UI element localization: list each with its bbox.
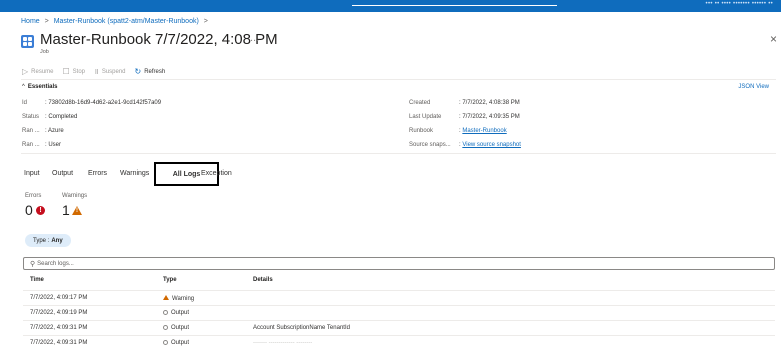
breadcrumb-separator: > xyxy=(203,18,208,25)
row-type-label: Warning xyxy=(172,296,195,302)
row-type-label: Output xyxy=(171,340,190,346)
row-type-label: Output xyxy=(171,310,190,316)
job-icon xyxy=(21,35,34,48)
divider xyxy=(21,79,776,80)
essentials-value: : User xyxy=(45,142,62,148)
runbook-link[interactable]: Master-Runbook xyxy=(462,128,506,134)
row-type: Output xyxy=(163,325,189,331)
row-details: Account SubscriptionName TenantId xyxy=(253,325,350,331)
essentials-key: Ran ... xyxy=(22,128,40,134)
tab-output[interactable]: Output xyxy=(52,170,73,177)
breadcrumb-home[interactable]: Home xyxy=(21,18,40,25)
pause-icon: ॥ xyxy=(94,67,99,76)
filter-label: Type : xyxy=(33,237,50,244)
warning-icon xyxy=(72,206,82,215)
tab-errors[interactable]: Errors xyxy=(88,170,107,177)
row-details: ------- ------------- -------- xyxy=(253,340,313,346)
errors-count: 0 xyxy=(25,202,33,218)
column-header-type[interactable]: Type xyxy=(163,277,177,283)
breadcrumb: Home > Master-Runbook (spatt2-atm/Master… xyxy=(21,18,211,25)
row-time: 7/7/2022, 4:09:17 PM xyxy=(30,295,88,301)
row-time: 7/7/2022, 4:09:31 PM xyxy=(30,325,88,331)
refresh-label: Refresh xyxy=(144,68,166,75)
suspend-button[interactable]: ॥ Suspend xyxy=(94,66,125,77)
account-info[interactable]: ••• •• •••• ••••••• •••••• •• xyxy=(706,1,773,7)
search-placeholder: Search logs... xyxy=(37,260,74,267)
essentials-key: Runbook xyxy=(409,128,434,134)
tab-input[interactable]: Input xyxy=(24,170,40,177)
row-type-label: Output xyxy=(171,325,190,331)
essentials-value: : Azure xyxy=(45,128,64,134)
page-title: Master-Runbook 7/7/2022, 4:08 PM xyxy=(40,31,278,48)
breadcrumb-runbook[interactable]: Master-Runbook (spatt2-atm/Master-Runboo… xyxy=(54,18,199,25)
essentials-key: Created xyxy=(409,100,431,106)
warnings-count: 1 xyxy=(62,202,70,218)
stop-label: Stop xyxy=(72,68,86,75)
view-source-snapshot-link[interactable]: View source snapshot xyxy=(462,142,521,148)
search-logs-input[interactable]: ⚲ Search logs... xyxy=(23,257,775,270)
essentials-value: : 7/7/2022, 4:08:38 PM xyxy=(459,100,520,106)
column-header-details[interactable]: Details xyxy=(253,277,273,283)
resume-button[interactable]: ▷ Resume xyxy=(22,67,54,76)
essentials-toggle[interactable]: ^ Essentials xyxy=(22,84,58,90)
essentials-value: : 7/7/2022, 4:09:35 PM xyxy=(459,114,520,120)
search-icon: ⚲ xyxy=(30,260,36,268)
column-header-time[interactable]: Time xyxy=(30,277,44,283)
row-time: 7/7/2022, 4:09:19 PM xyxy=(30,310,88,316)
essentials-value: : Completed xyxy=(45,114,78,120)
stop-button[interactable]: ☐ Stop xyxy=(63,67,86,76)
tab-exception[interactable]: Exception xyxy=(201,170,232,177)
essentials-key: Ran ... xyxy=(22,142,40,148)
stop-icon: ☐ xyxy=(62,67,70,76)
table-row[interactable]: 7/7/2022, 4:09:31 PM Output Account Subs… xyxy=(23,320,775,335)
top-bar: ••• •• •••• ••••••• •••••• •• xyxy=(0,0,781,12)
table-row[interactable]: 7/7/2022, 4:09:19 PM Output xyxy=(23,305,775,320)
output-icon xyxy=(163,340,168,345)
more-options-button[interactable]: ... xyxy=(250,32,259,44)
resume-label: Resume xyxy=(31,68,54,75)
table-row[interactable]: 7/7/2022, 4:09:31 PM Output ------- ----… xyxy=(23,335,775,350)
filter-value: Any xyxy=(51,237,63,244)
breadcrumb-separator: > xyxy=(44,18,49,25)
essentials-key: Id xyxy=(22,100,28,106)
chevron-up-icon: ^ xyxy=(22,84,25,90)
refresh-icon: ↻ xyxy=(134,67,142,76)
divider xyxy=(21,153,776,154)
essentials-value: : View source snapshot xyxy=(459,142,521,148)
row-type: Output xyxy=(163,310,189,316)
output-icon xyxy=(163,310,168,315)
error-icon: ! xyxy=(36,206,45,215)
essentials-key: Last Update xyxy=(409,114,442,120)
row-time: 7/7/2022, 4:09:31 PM xyxy=(30,340,88,346)
type-filter-pill[interactable]: Type : Any xyxy=(25,234,71,247)
table-row[interactable]: 7/7/2022, 4:09:17 PM Warning xyxy=(23,290,775,305)
essentials-key: Status xyxy=(22,114,40,120)
output-icon xyxy=(163,325,168,330)
warning-icon xyxy=(163,295,169,300)
essentials-key: Source snaps... xyxy=(409,142,451,148)
tab-warnings[interactable]: Warnings xyxy=(120,170,149,177)
row-type: Warning xyxy=(163,295,194,302)
json-view-link[interactable]: JSON View xyxy=(738,84,769,90)
suspend-label: Suspend xyxy=(101,68,126,75)
errors-label: Errors xyxy=(25,193,42,199)
essentials-value: : 73802d8b-16d9-4d62-a2e1-9cd142f57a09 xyxy=(45,100,162,106)
essentials-value: : Master-Runbook xyxy=(459,128,507,134)
refresh-button[interactable]: ↻ Refresh xyxy=(135,67,166,76)
row-type: Output xyxy=(163,340,189,346)
page-subtitle: Job xyxy=(40,49,49,55)
play-icon: ▷ xyxy=(22,67,29,76)
warnings-label: Warnings xyxy=(62,193,88,199)
command-toolbar: ▷ Resume ☐ Stop ॥ Suspend ↻ Refresh xyxy=(22,66,174,77)
close-button[interactable]: × xyxy=(770,33,777,45)
essentials-heading: Essentials xyxy=(27,84,58,90)
top-bar-highlight xyxy=(352,5,557,6)
